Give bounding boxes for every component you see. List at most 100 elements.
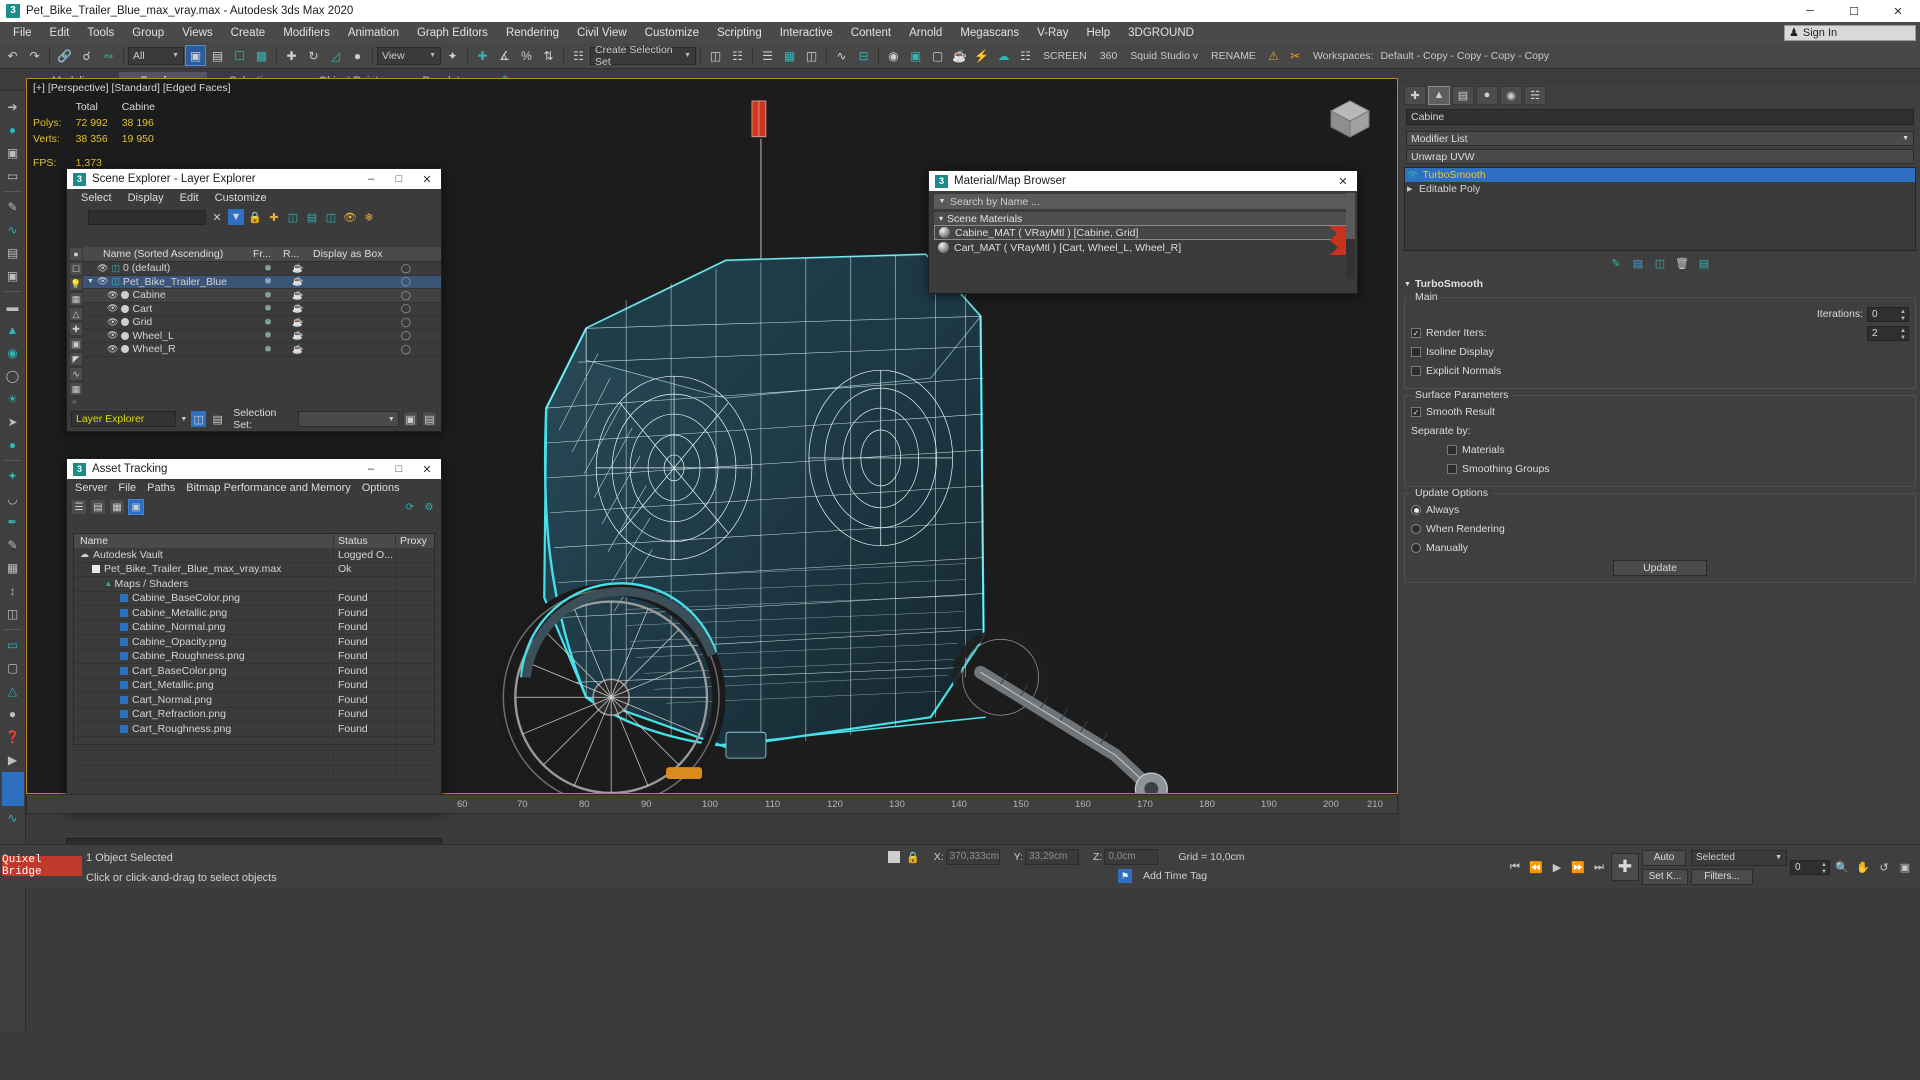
- render-iters-checkbox[interactable]: ✓: [1411, 328, 1421, 338]
- eye-icon[interactable]: 👁: [107, 344, 118, 355]
- configure-modifier-sets-icon[interactable]: ▤: [1695, 254, 1713, 272]
- table-row[interactable]: Cart_Roughness.png Found: [74, 722, 434, 737]
- frozen-cell[interactable]: ❅: [253, 317, 283, 328]
- menu-animation[interactable]: Animation: [339, 25, 408, 41]
- pin-stack-icon[interactable]: ✎: [1607, 254, 1625, 272]
- set-key-button[interactable]: ✚: [1611, 853, 1639, 881]
- orbit-icon[interactable]: ↺: [1875, 858, 1893, 876]
- table-row[interactable]: [74, 765, 434, 780]
- scissors-icon[interactable]: ✂: [1285, 45, 1306, 66]
- rail-prism-icon[interactable]: △: [2, 680, 24, 702]
- rollup-header[interactable]: ▼ TurboSmooth: [1404, 277, 1916, 291]
- studio-label[interactable]: Squid Studio v: [1124, 50, 1204, 62]
- rail-anim-icon[interactable]: ∿: [2, 807, 24, 829]
- window-crossing-icon[interactable]: ▩: [251, 45, 272, 66]
- filters-button[interactable]: Filters...: [1691, 868, 1753, 885]
- rail-torus-icon[interactable]: ◯: [2, 365, 24, 387]
- display-as-box-cell[interactable]: ◯: [313, 330, 441, 341]
- workspace-value[interactable]: Default - Copy - Copy - Copy - Copy: [1374, 50, 1555, 62]
- rail-mesh-icon[interactable]: ▦: [2, 557, 24, 579]
- col-proxy[interactable]: Proxy: [396, 535, 434, 547]
- eye-icon[interactable]: 👁: [107, 303, 118, 314]
- turbosmooth-rollup[interactable]: ▼ TurboSmooth: [1404, 277, 1916, 291]
- z-value[interactable]: 0,0cm: [1104, 849, 1159, 865]
- rail-select-icon[interactable]: ➔: [2, 96, 24, 118]
- bone-filter-icon[interactable]: ◤: [69, 352, 83, 366]
- material-list[interactable]: Cabine_MAT ( VRayMtl ) [Cabine, Grid] Ca…: [934, 225, 1352, 255]
- eye-icon[interactable]: 👁: [97, 263, 108, 274]
- table-row[interactable]: ☁ Autodesk Vault Logged O...: [74, 548, 434, 563]
- rail-shape-icon[interactable]: ▭: [2, 634, 24, 656]
- camera-filter-icon[interactable]: ▣: [69, 337, 83, 351]
- hierarchy-mode-icon[interactable]: ▤: [210, 411, 225, 427]
- asset-menu-paths[interactable]: Paths: [147, 482, 175, 494]
- rename-button[interactable]: RENAME: [1205, 50, 1262, 62]
- rail-sphere-icon[interactable]: ●: [2, 119, 24, 141]
- helper-filter-icon[interactable]: ✚: [69, 322, 83, 336]
- group-filter-icon[interactable]: ▦: [69, 382, 83, 396]
- frozen-cell[interactable]: ❅: [253, 290, 283, 301]
- rail-grid-icon[interactable]: ▤: [2, 242, 24, 264]
- select-layer-icon[interactable]: ◫: [323, 209, 339, 225]
- rail-help-icon[interactable]: ❓: [2, 726, 24, 748]
- scene-explorer-list[interactable]: Name (Sorted Ascending) Fr... R... Displ…: [83, 247, 441, 389]
- asset-tracking-table[interactable]: Name Status Proxy ☁ Autodesk Vault Logge…: [73, 533, 435, 780]
- chevron-down-icon[interactable]: ▼: [180, 416, 187, 423]
- go-to-end-icon[interactable]: ⏭: [1590, 858, 1608, 876]
- next-frame-icon[interactable]: ⏩: [1569, 858, 1587, 876]
- layer-hierarchy-icon[interactable]: ▤: [304, 209, 320, 225]
- renderable-cell[interactable]: ☕: [283, 317, 313, 328]
- table-row[interactable]: 👁 Wheel_L ❅ ☕ ◯: [83, 330, 441, 343]
- copy-icon[interactable]: ☐: [69, 262, 83, 276]
- display-as-box-cell[interactable]: ◯: [313, 276, 441, 287]
- renderable-cell[interactable]: ☕: [283, 276, 313, 287]
- isoline-display-checkbox[interactable]: [1411, 347, 1421, 357]
- table-row[interactable]: 👁 ◫ 0 (default) ❅ ☕ ◯: [83, 262, 441, 276]
- renderable-cell[interactable]: ☕: [283, 303, 313, 314]
- lock-icon[interactable]: 🔒: [247, 209, 263, 225]
- eye-icon[interactable]: 👁: [107, 330, 118, 341]
- material-map-browser-window[interactable]: 3 Material/Map Browser ✕ ▼ Search by Nam…: [928, 170, 1358, 294]
- object-name-field[interactable]: Cabine: [1406, 109, 1914, 125]
- menu-interactive[interactable]: Interactive: [771, 25, 842, 41]
- schematic-view-icon[interactable]: ⊟: [853, 45, 874, 66]
- menu-3dground[interactable]: 3DGROUND: [1119, 25, 1203, 41]
- when-rendering-radio[interactable]: [1411, 524, 1421, 534]
- maximize-viewport-icon[interactable]: ▣: [1896, 858, 1914, 876]
- render-iterative-icon[interactable]: ⚡: [971, 45, 992, 66]
- layer-mode-icon[interactable]: ◫: [191, 411, 207, 427]
- rail-disc-icon[interactable]: ●: [2, 434, 24, 456]
- table-row[interactable]: Cabine_BaseColor.png Found: [74, 591, 434, 606]
- scene-explorer-menu-select[interactable]: Select: [81, 192, 112, 204]
- unwrap-uvw-button[interactable]: Unwrap UVW: [1406, 149, 1914, 164]
- col-renderable[interactable]: R...: [283, 248, 313, 260]
- render-setup-icon[interactable]: ▣: [905, 45, 926, 66]
- remove-modifier-icon[interactable]: 🗑: [1673, 254, 1691, 272]
- display-as-box-cell[interactable]: ◯: [313, 344, 441, 355]
- col-name[interactable]: Name: [74, 535, 334, 547]
- render-iters-spinner[interactable]: 2 ▲ ▼: [1867, 325, 1909, 341]
- rail-plane-icon[interactable]: ▭: [2, 165, 24, 187]
- rail-circle-icon[interactable]: ◉: [2, 342, 24, 364]
- display-as-box-cell[interactable]: ◯: [313, 263, 441, 274]
- iterations-spinner[interactable]: 0 ▲ ▼: [1867, 306, 1909, 322]
- table-row[interactable]: [74, 736, 434, 751]
- rail-box-icon[interactable]: ▣: [2, 142, 24, 164]
- always-radio[interactable]: [1411, 505, 1421, 515]
- col-name[interactable]: Name (Sorted Ascending): [83, 248, 253, 260]
- close-button[interactable]: ✕: [1876, 0, 1920, 22]
- modifier-stack[interactable]: 👁 TurboSmooth ▶ Editable Poly: [1404, 167, 1916, 251]
- angle-snap-icon[interactable]: ∡: [494, 45, 515, 66]
- auto-key-button[interactable]: Auto: [1642, 849, 1686, 866]
- lock-selection-icon[interactable]: 🔒: [906, 851, 920, 864]
- bind-to-space-warp-icon[interactable]: ∾: [98, 45, 119, 66]
- menu-rendering[interactable]: Rendering: [497, 25, 568, 41]
- asset-menu-server[interactable]: Server: [75, 482, 107, 494]
- selection-set-combo[interactable]: ▼: [297, 411, 399, 427]
- key-filters-combo[interactable]: Selected ▼: [1691, 849, 1787, 866]
- frozen-cell[interactable]: ❅: [253, 303, 283, 314]
- select-and-place-icon[interactable]: ●: [347, 45, 368, 66]
- table-row[interactable]: Cabine_Normal.png Found: [74, 620, 434, 635]
- menu-group[interactable]: Group: [123, 25, 173, 41]
- grid-view-icon[interactable]: ▣: [128, 499, 144, 515]
